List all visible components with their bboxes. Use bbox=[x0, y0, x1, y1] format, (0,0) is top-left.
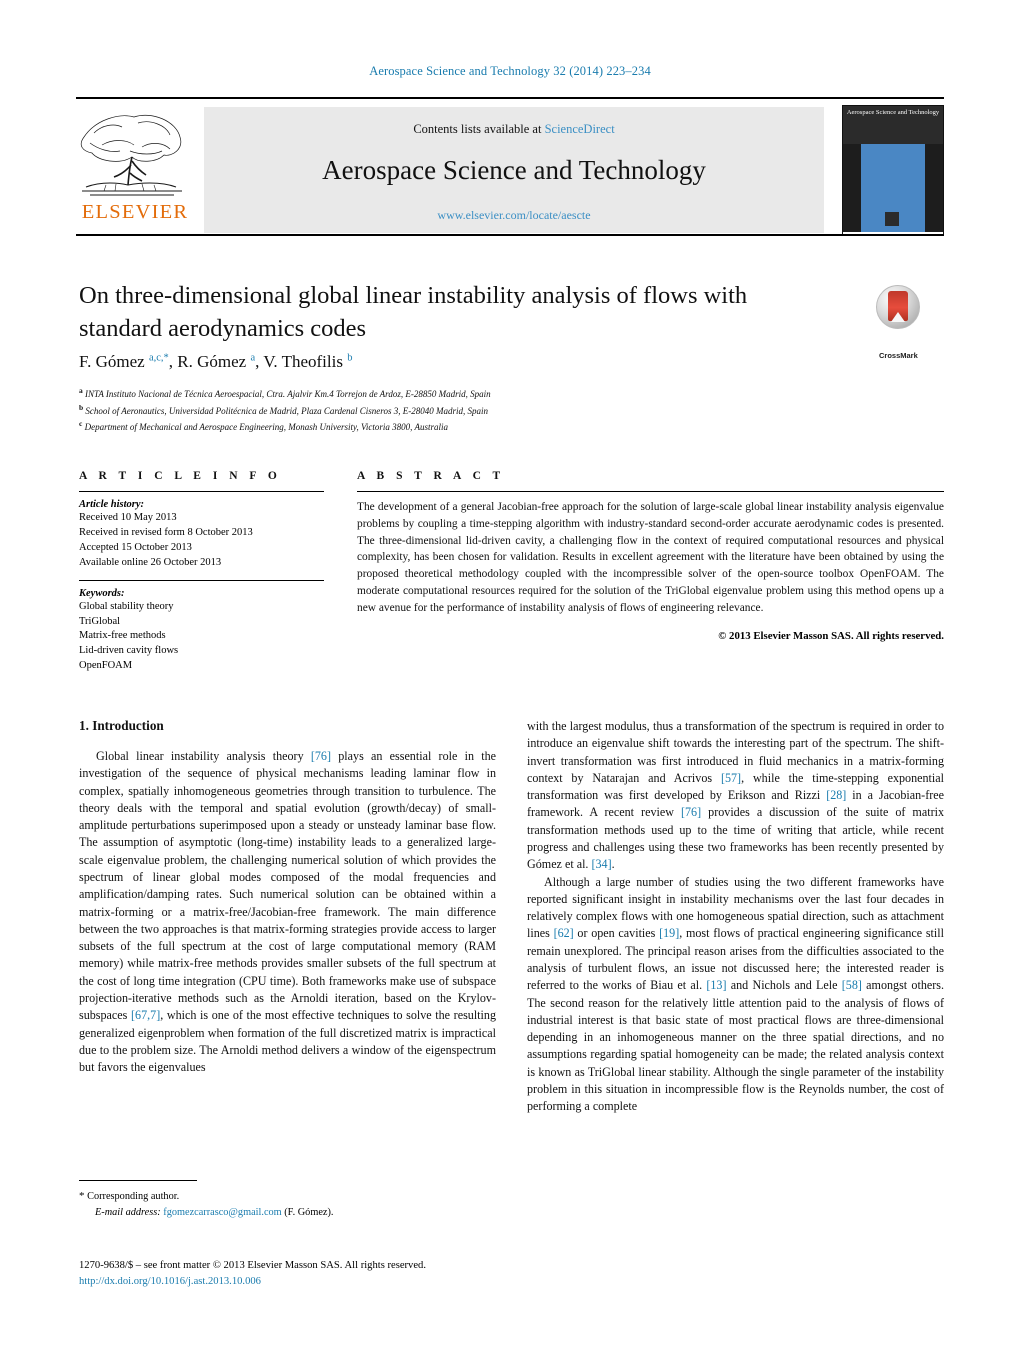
corresponding-author-text: Corresponding author. bbox=[87, 1191, 180, 1202]
body-column-left: 1. Introduction Global linear instabilit… bbox=[79, 718, 496, 1076]
abstract-section: A B S T R A C T The development of a gen… bbox=[357, 470, 944, 642]
article-history-label: Article history: bbox=[79, 499, 145, 510]
history-item: Received in revised form 8 October 2013 bbox=[79, 526, 253, 538]
paper-page: Aerospace Science and Technology 32 (201… bbox=[0, 0, 1020, 1351]
paragraph-text-part: and Nichols and Lele bbox=[726, 978, 842, 993]
cover-left-band bbox=[843, 144, 861, 232]
affiliation-item: b School of Aeronautics, Universidad Pol… bbox=[79, 402, 879, 419]
citation-ref[interactable]: [76] bbox=[681, 805, 701, 819]
body-column-right: with the largest modulus, thus a transfo… bbox=[527, 718, 944, 1115]
crossmark-badge[interactable]: CrossMark bbox=[876, 285, 952, 360]
crossmark-icon bbox=[876, 285, 920, 329]
abstract-text: The development of a general Jacobian-fr… bbox=[357, 501, 944, 614]
authors-text: F. Gómez a,c,*, R. Gómez a, V. Theofilis… bbox=[79, 352, 353, 371]
paragraph-text-part: plays an essential role in the investiga… bbox=[79, 749, 496, 1023]
email-note: E-mail address: fgomezcarrasco@gmail.com… bbox=[79, 1205, 496, 1220]
contents-available-line: Contents lists available at ScienceDirec… bbox=[204, 107, 824, 137]
keyword-item: TriGlobal bbox=[79, 615, 121, 627]
journal-masthead: ELSEVIER Contents lists available at Sci… bbox=[76, 97, 944, 235]
issn-copyright-block: 1270-9638/$ – see front matter © 2013 El… bbox=[79, 1258, 579, 1291]
article-info-section: A R T I C L E I N F O Article history: R… bbox=[79, 470, 324, 674]
cover-emblem-icon bbox=[885, 212, 899, 226]
citation-ref[interactable]: [58] bbox=[842, 978, 862, 992]
elsevier-tree-icon bbox=[76, 107, 188, 199]
asterisk-marker: * bbox=[79, 1190, 85, 1202]
keywords-label: Keywords: bbox=[79, 587, 125, 599]
corresponding-author-note: * Corresponding author. bbox=[79, 1188, 496, 1205]
paragraph-intro-2: with the largest modulus, thus a transfo… bbox=[527, 718, 944, 874]
citation-ref[interactable]: [34] bbox=[591, 857, 611, 871]
paragraph-intro-1: Global linear instability analysis theor… bbox=[79, 748, 496, 1076]
keyword-item: Lid-driven cavity flows bbox=[79, 645, 179, 657]
article-info-rule bbox=[79, 491, 324, 492]
citation-ref[interactable]: [57] bbox=[721, 771, 741, 785]
citation-ref[interactable]: [28] bbox=[826, 788, 846, 802]
cover-artwork bbox=[843, 144, 943, 232]
journal-url-link[interactable]: www.elsevier.com/locate/aescte bbox=[204, 208, 824, 223]
paragraph-text-part: . bbox=[611, 857, 615, 872]
issn-line: 1270-9638/$ – see front matter © 2013 El… bbox=[79, 1260, 426, 1271]
email-label: E-mail address: bbox=[95, 1206, 161, 1218]
affiliation-marker: b bbox=[79, 402, 84, 412]
email-owner: (F. Gómez). bbox=[284, 1206, 334, 1218]
journal-cover-thumbnail: Aerospace Science and Technology bbox=[842, 105, 944, 235]
keyword-item: Matrix-free methods bbox=[79, 630, 166, 642]
copyright-line: © 2013 Elsevier Masson SAS. All rights r… bbox=[718, 630, 944, 643]
abstract-rule bbox=[357, 491, 944, 492]
elsevier-logo: ELSEVIER bbox=[76, 107, 194, 233]
affiliation-text: School of Aeronautics, Universidad Polit… bbox=[85, 405, 488, 416]
page-title: On three-dimensional global linear insta… bbox=[79, 282, 748, 342]
history-item: Received 10 May 2013 bbox=[79, 512, 177, 523]
paragraph-text-part: Global linear instability analysis theor… bbox=[96, 749, 311, 763]
history-item: Accepted 15 October 2013 bbox=[79, 541, 192, 553]
keyword-item: OpenFOAM bbox=[79, 660, 133, 672]
history-item: Available online 26 October 2013 bbox=[79, 556, 222, 568]
author-list: F. Gómez a,c,*, R. Gómez a, V. Theofilis… bbox=[79, 352, 352, 372]
journal-band: Contents lists available at ScienceDirec… bbox=[204, 107, 824, 233]
footnote-block: * Corresponding author. E-mail address: … bbox=[79, 1180, 496, 1220]
affiliation-list: a INTA Instituto Nacional de Técnica Aer… bbox=[79, 385, 879, 435]
affiliation-item: c Department of Mechanical and Aerospace… bbox=[79, 418, 879, 435]
citation-ref[interactable]: [67,7] bbox=[131, 1008, 160, 1022]
citation-ref[interactable]: [76] bbox=[311, 749, 331, 763]
cover-title-text: Aerospace Science and Technology bbox=[843, 106, 943, 144]
running-head: Aerospace Science and Technology 32 (201… bbox=[369, 64, 651, 78]
email-link[interactable]: fgomezcarrasco@gmail.com bbox=[163, 1207, 281, 1218]
citation-ref[interactable]: [62] bbox=[554, 926, 574, 940]
affiliation-item: a INTA Instituto Nacional de Técnica Aer… bbox=[79, 385, 879, 402]
citation-ref[interactable]: [13] bbox=[706, 978, 726, 992]
keyword-item: Global stability theory bbox=[79, 600, 174, 612]
section-heading-introduction: 1. Introduction bbox=[79, 718, 164, 733]
citation-ref[interactable]: [19] bbox=[659, 926, 679, 940]
sciencedirect-link[interactable]: ScienceDirect bbox=[545, 122, 615, 136]
abstract-heading: A B S T R A C T bbox=[357, 470, 505, 482]
footnote-rule bbox=[79, 1180, 197, 1181]
crossmark-arrow-icon bbox=[891, 312, 905, 322]
keywords-rule bbox=[79, 579, 324, 581]
cover-right-band bbox=[925, 144, 943, 232]
elsevier-wordmark: ELSEVIER bbox=[81, 201, 189, 223]
journal-title: Aerospace Science and Technology bbox=[322, 155, 706, 185]
paragraph-text-part: amongst others. The second reason for th… bbox=[527, 978, 944, 1114]
article-info-heading: A R T I C L E I N F O bbox=[79, 470, 282, 482]
affiliation-text: INTA Instituto Nacional de Técnica Aeroe… bbox=[85, 389, 491, 399]
paragraph-text-part: or open cavities bbox=[573, 926, 660, 941]
doi-link[interactable]: http://dx.doi.org/10.1016/j.ast.2013.10.… bbox=[79, 1274, 579, 1290]
affiliation-marker: c bbox=[79, 419, 83, 429]
affiliation-text: Department of Mechanical and Aerospace E… bbox=[84, 422, 448, 433]
crossmark-label: CrossMark bbox=[879, 351, 918, 360]
contents-prefix: Contents lists available at bbox=[413, 122, 545, 136]
masthead-bottom-rule bbox=[76, 234, 944, 236]
paragraph-intro-3: Although a large number of studies using… bbox=[527, 874, 944, 1116]
affiliation-marker: a bbox=[79, 386, 83, 395]
